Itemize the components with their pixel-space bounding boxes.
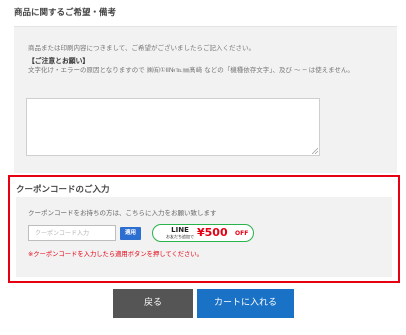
add-to-cart-button[interactable]: カートに入れる	[197, 289, 294, 318]
coupon-panel: クーポンコードをお持ちの方は、こちらに入力をお願い致します 適用 LINE お友…	[16, 197, 392, 277]
discount-off-label: OFF	[235, 230, 249, 237]
line-friend-coupon-badge[interactable]: LINE お友だち追加で ¥500 OFF	[152, 224, 254, 242]
line-label: LINE お友だち追加で	[163, 226, 197, 239]
line-subtext: お友だち追加で	[166, 234, 194, 239]
coupon-note: ※クーポンコードを入力したら適用ボタンを押してください。	[28, 251, 203, 258]
discount-amount: ¥500	[197, 226, 228, 239]
coupon-code-input[interactable]	[28, 225, 116, 241]
caution-heading: 【ご注意とお願い】	[28, 57, 90, 65]
coupon-section: クーポンコードのご入力 クーポンコードをお持ちの方は、こちらに入力をお願い致しま…	[8, 175, 400, 283]
notes-textarea[interactable]	[26, 98, 320, 156]
caution-text: 文字化け・エラーの原因となりますので ㈱㈲①Ⅱ№℡㎜髙﨑 などの「機種依存文字」…	[28, 66, 354, 74]
resize-grip-icon[interactable]	[312, 148, 318, 154]
notes-intro-text: 商品または印刷内容につきまして、ご希望がございましたらご記入ください。	[28, 44, 255, 52]
coupon-section-title: クーポンコードのご入力	[16, 185, 110, 195]
notes-panel: 商品または印刷内容につきまして、ご希望がございましたらご記入ください。 【ご注意…	[14, 26, 397, 173]
coupon-description: クーポンコードをお持ちの方は、こちらに入力をお願い致します	[28, 209, 217, 217]
apply-coupon-button[interactable]: 適用	[120, 227, 141, 240]
back-button[interactable]: 戻る	[113, 289, 193, 318]
line-text: LINE	[171, 226, 189, 234]
notes-section-title: 商品に関するご希望・備考	[14, 8, 117, 18]
